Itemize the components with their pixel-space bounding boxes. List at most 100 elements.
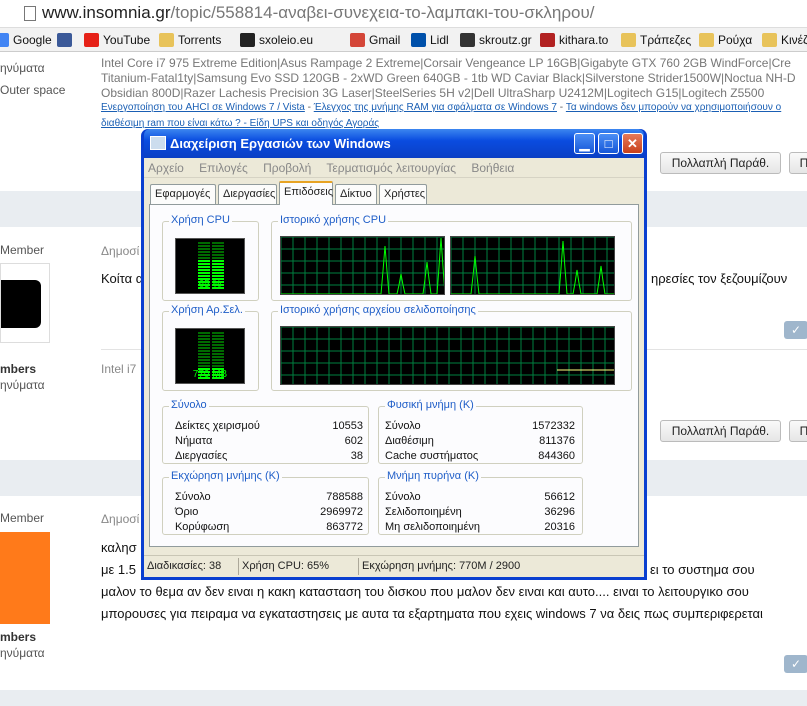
- bookmarks-bar: Google YouTube Torrents sxoleio.eu Gmail Lidl…: [0, 28, 807, 52]
- stat-label: Δείκτες χειρισμού: [175, 420, 260, 432]
- meter-cell: [212, 347, 224, 349]
- commit-total-row: Σύνολο 788588: [175, 491, 363, 503]
- menu-file[interactable]: Αρχείο: [148, 161, 184, 175]
- bookmark-0[interactable]: Google: [0, 31, 52, 49]
- sig-link-ram[interactable]: Έλεγχος της μνήμης RAM για σφάλματα σε W…: [314, 102, 557, 113]
- ief-icon: [240, 33, 255, 47]
- bookmark-label: YouTube: [103, 33, 151, 47]
- title-bar[interactable]: Διαχείριση Εργασιών των Windows ▁ □ ✕: [144, 129, 644, 158]
- menu-view[interactable]: Προβολή: [263, 161, 311, 175]
- stat-label: Διεργασίες: [175, 450, 228, 462]
- sig-separator: -: [556, 102, 566, 113]
- tab-applications[interactable]: Εφαρμογές: [150, 184, 216, 204]
- meter-cell: [212, 242, 224, 244]
- meter-cell: [212, 341, 224, 343]
- sig-link-ups[interactable]: διαθέσιμη ram που είναι κάτω ? - Είδη UP…: [101, 118, 379, 129]
- stat-label: Σύνολο: [175, 491, 211, 503]
- maximize-button[interactable]: □: [598, 133, 619, 154]
- task-manager-window[interactable]: Διαχείριση Εργασιών των Windows ▁ □ ✕ Αρ…: [141, 129, 647, 580]
- totals-group: Σύνολο Δείκτες χειρισμού 10553 Νήματα 602 …: [162, 399, 369, 464]
- tab-performance[interactable]: Επιδόσεις: [279, 181, 333, 205]
- select-post-checkbox[interactable]: ✓: [784, 321, 807, 339]
- sig-link-windows-ram[interactable]: Τα windows δεν μπορούν να χρησιμοποιήσου…: [566, 102, 781, 113]
- meter-cell: [212, 260, 224, 262]
- tab-processes[interactable]: Διεργασίες: [218, 184, 277, 204]
- physical-available-row: Διαθέσιμη 811376: [385, 435, 575, 447]
- meter-cell: [198, 269, 210, 271]
- bookmark-5[interactable]: Lidl: [411, 31, 449, 49]
- bookmark-4[interactable]: Gmail: [350, 31, 400, 49]
- bookmark-label: Google: [13, 33, 52, 47]
- bookmark-9[interactable]: Ρούχα: [699, 31, 752, 49]
- meter-cell: [198, 344, 210, 346]
- menu-help[interactable]: Βοήθεια: [471, 161, 514, 175]
- multi-quote-button[interactable]: Πολλαπλή Παράθ.: [660, 420, 781, 442]
- meter-cell: [198, 341, 210, 343]
- address-bar[interactable]: www.insomnia.gr/topic/558814-αναβει-συνε…: [0, 0, 807, 28]
- sig-link-ahci[interactable]: Ενεργοποίηση του AHCI σε Windows 7 / Vis…: [101, 102, 305, 113]
- bookmark-10[interactable]: Κινέζι: [762, 31, 807, 49]
- tab-users[interactable]: Χρήστες: [379, 184, 427, 204]
- meter-cell: [212, 344, 224, 346]
- avatar[interactable]: [0, 532, 50, 624]
- minimize-icon: ▁: [579, 136, 590, 151]
- bookmark-label: Κινέζι: [781, 33, 807, 47]
- bookmark-1[interactable]: YouTube: [84, 31, 150, 49]
- stat-label: Όριο: [175, 506, 199, 518]
- tab-networking[interactable]: Δίκτυο: [335, 184, 377, 204]
- user-location: Outer space: [0, 83, 66, 97]
- cpu-history-line: [281, 237, 444, 294]
- quote-button[interactable]: Π: [789, 420, 807, 442]
- stat-label: Σύνολο: [385, 420, 421, 432]
- multi-quote-button[interactable]: Πολλαπλή Παράθ.: [660, 152, 781, 174]
- cpu-usage-group: Χρήση CPU 65 %: [162, 214, 259, 301]
- meter-cell: [198, 359, 210, 361]
- signature-line-2: Titanium-Fatal1ty|Samsung Evo SSD 120GB …: [101, 71, 796, 85]
- bookmark-facebook[interactable]: [57, 31, 72, 49]
- post-text-line: μπορουσες για πειραμα να εγκαταστησεις μ…: [101, 606, 763, 621]
- status-commit-charge: Εκχώρηση μνήμης: 770M / 2900: [358, 558, 520, 575]
- meter-cell: [198, 335, 210, 337]
- meter-cell: [198, 257, 210, 259]
- url-text[interactable]: www.insomnia.gr/topic/558814-αναβει-συνε…: [42, 3, 595, 23]
- user-group: mbers: [0, 630, 37, 644]
- bookmark-icon: [460, 33, 475, 47]
- kernel-nonpaged-row: Μη σελιδοποιημένη 20316: [385, 521, 575, 533]
- bookmark-6[interactable]: skroutz.gr: [460, 31, 532, 49]
- close-button[interactable]: ✕: [622, 133, 643, 154]
- url-path: /topic/558814-αναβει-συνεχεια-το-λαμπακι…: [170, 3, 595, 22]
- sig-separator: -: [304, 102, 314, 113]
- bookmark-icon: [159, 33, 174, 47]
- commit-peak-row: Κορύφωση 863772: [175, 521, 363, 533]
- menu-shutdown[interactable]: Τερματισμός λειτουργίας: [326, 161, 456, 175]
- post-text-line: ει το συστημα σου: [650, 562, 755, 577]
- stat-value: 863772: [326, 521, 363, 533]
- cpu-history-group: Ιστορικό χρήσης CPU: [271, 214, 632, 301]
- kernel-memory-group: Μνήμη πυρήνα (K) Σύνολο 56612 Σελιδοποιημ…: [378, 470, 583, 535]
- meter-cell: [212, 272, 224, 274]
- meter-cell: [198, 254, 210, 256]
- bookmark-7[interactable]: kithara.to: [540, 31, 608, 49]
- select-post-checkbox[interactable]: ✓: [784, 655, 807, 673]
- cpu-history-graph-core1: [280, 236, 445, 295]
- cpu-meter: 65 %: [175, 238, 245, 294]
- meter-cell: [198, 275, 210, 277]
- processes-row: Διεργασίες 38: [175, 450, 363, 462]
- minimize-button[interactable]: ▁: [574, 133, 595, 154]
- bookmark-8[interactable]: Τράπεζες: [621, 31, 691, 49]
- stat-value: 811376: [539, 435, 575, 447]
- bookmark-2[interactable]: Torrents: [159, 31, 221, 49]
- meter-cell: [212, 257, 224, 259]
- status-processes: Διαδικασίες: 38: [147, 560, 222, 572]
- physical-total-row: Σύνολο 1572332: [385, 420, 575, 432]
- cpu-history-label: Ιστορικό χρήσης CPU: [278, 214, 389, 226]
- bookmark-icon: [0, 33, 9, 47]
- handles-row: Δείκτες χειρισμού 10553: [175, 420, 363, 432]
- page-icon: [24, 6, 36, 21]
- menu-options[interactable]: Επιλογές: [199, 161, 248, 175]
- avatar[interactable]: [0, 263, 50, 343]
- bookmark-ief[interactable]: [240, 31, 255, 49]
- post-text-continued: ηρεσίες τον ξεζουμίζουν: [651, 271, 788, 286]
- quote-button[interactable]: Π: [789, 152, 807, 174]
- stat-label: Νήματα: [175, 435, 213, 447]
